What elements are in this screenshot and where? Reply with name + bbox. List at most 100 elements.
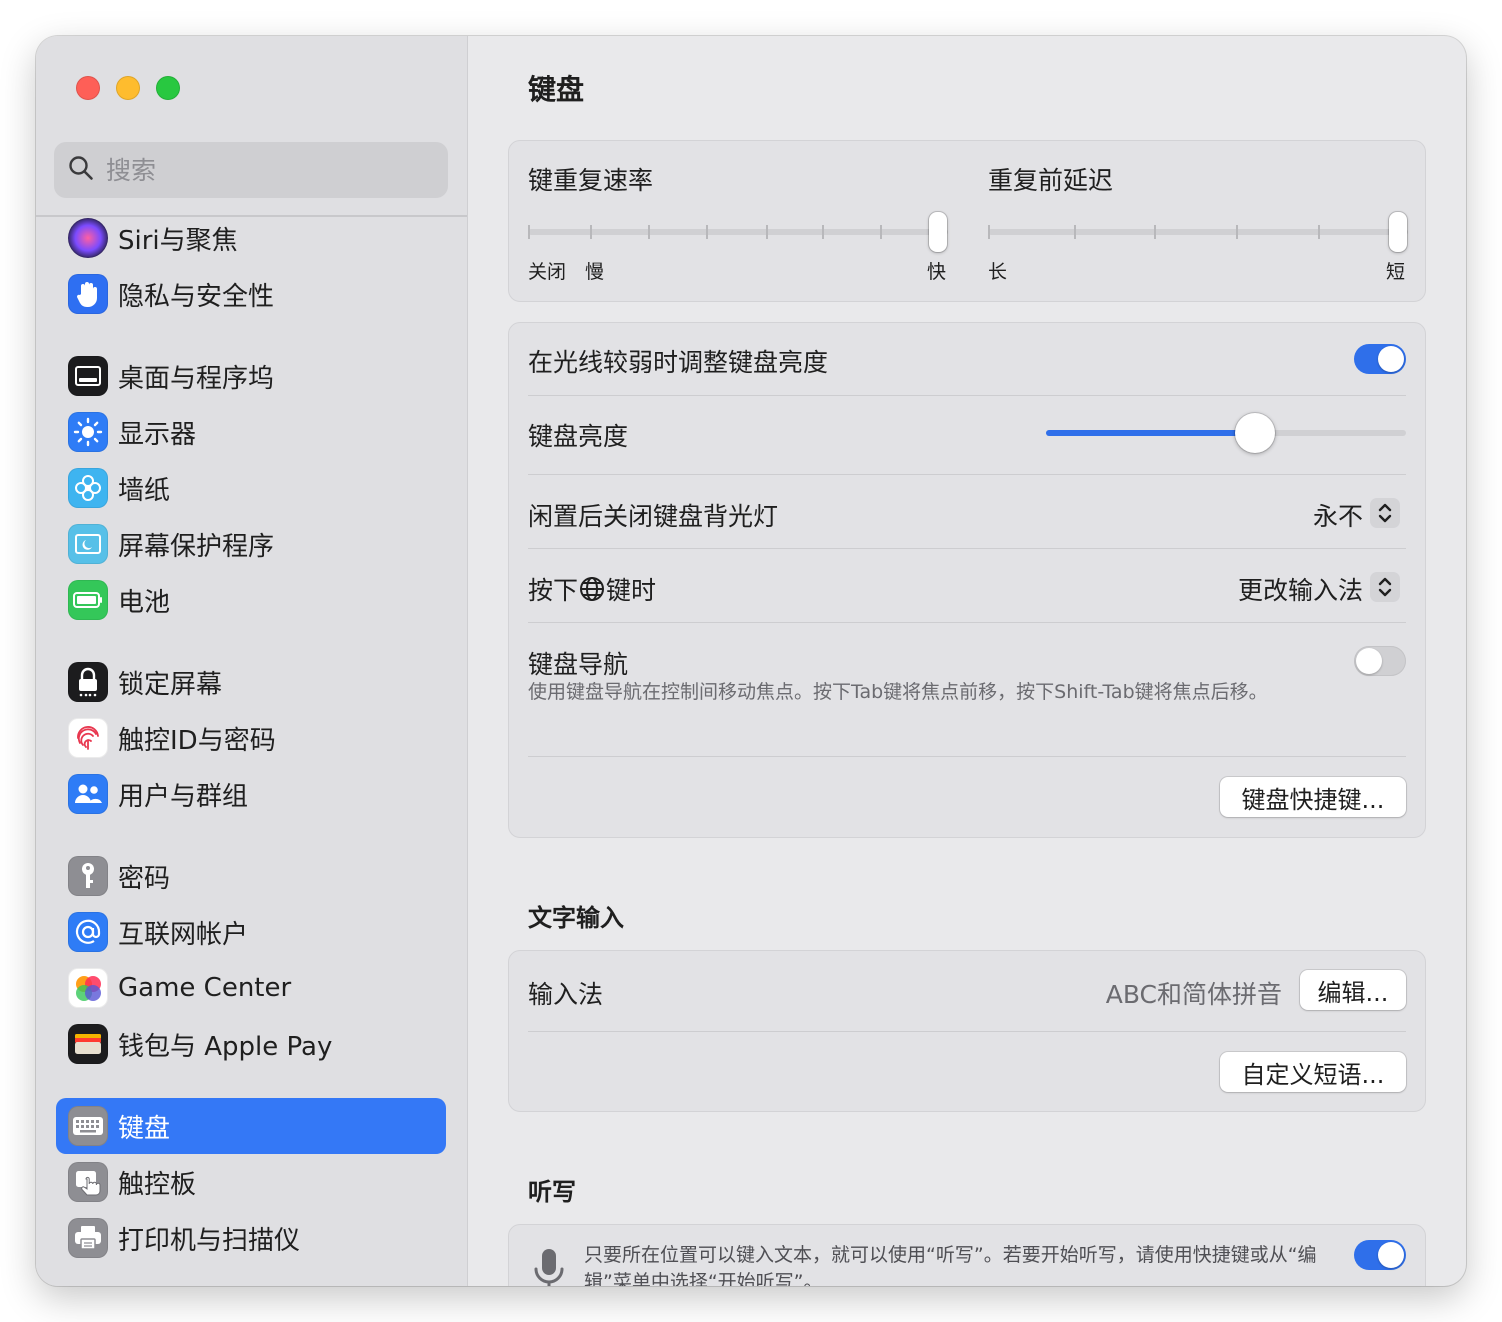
auto-brightness-toggle[interactable] xyxy=(1354,344,1406,374)
sidebar-item-label: 显示器 xyxy=(118,419,197,450)
divider xyxy=(528,474,1406,475)
sidebar-item-label: Game Center xyxy=(118,973,292,1003)
key-repeat-rate-label: 键重复速率 xyxy=(528,166,654,195)
divider xyxy=(528,756,1406,757)
microphone-icon xyxy=(531,1247,567,1286)
hand-icon xyxy=(68,274,108,314)
sidebar-item-label: 键盘 xyxy=(118,1113,171,1144)
chevron-up-down-icon[interactable] xyxy=(1370,572,1400,602)
repeat-delay-slider[interactable] xyxy=(988,211,1408,257)
rate-tick-slow: 慢 xyxy=(585,261,605,283)
search-input[interactable] xyxy=(106,155,406,185)
globe-key-label-suffix: 键时 xyxy=(606,576,657,605)
sidebar-item-label: 互联网帐户 xyxy=(118,919,249,950)
sidebar-item-desktop-dock[interactable]: 桌面与程序坞 xyxy=(56,348,446,404)
text-replacements-button[interactable]: 自定义短语... xyxy=(1220,1052,1406,1092)
key-repeat-rate-slider[interactable] xyxy=(528,211,948,257)
flower-icon xyxy=(68,468,108,508)
sidebar-item-touch-id[interactable]: 触控ID与密码 xyxy=(56,710,446,766)
sidebar-item-lock-screen[interactable]: 锁定屏幕 xyxy=(56,654,446,710)
sidebar-item-passwords[interactable]: 密码 xyxy=(56,848,446,904)
delay-tick-short: 短 xyxy=(1386,261,1406,283)
dictation-group: 只要所在位置可以键入文本，就可以使用“听写”。若要开始听写，请使用快捷键或从“编… xyxy=(508,1224,1426,1286)
repeat-delay-label: 重复前延迟 xyxy=(988,166,1114,195)
text-input-section-title: 文字输入 xyxy=(528,904,624,932)
sidebar-item-label: Siri与聚焦 xyxy=(118,225,238,256)
divider xyxy=(528,548,1406,549)
sidebar-item-label: 触控板 xyxy=(118,1169,197,1200)
keyboard-navigation-toggle[interactable] xyxy=(1354,646,1406,676)
trackpad-icon xyxy=(68,1162,108,1202)
sidebar: Siri与聚焦 隐私与安全性 桌面与程序坞 显示器 xyxy=(36,36,468,1286)
sidebar-item-internet-accounts[interactable]: 互联网帐户 xyxy=(56,904,446,960)
sidebar-item-label: 触控ID与密码 xyxy=(118,725,276,756)
sidebar-item-trackpad[interactable]: 触控板 xyxy=(56,1154,446,1210)
sidebar-item-label: 隐私与安全性 xyxy=(118,281,275,312)
close-button[interactable] xyxy=(76,76,100,100)
sidebar-item-printers[interactable]: 打印机与扫描仪 xyxy=(56,1210,446,1266)
key-icon xyxy=(68,856,108,896)
backlight-off-value: 永不 xyxy=(1312,502,1363,531)
key-repeat-rate-thumb[interactable] xyxy=(929,212,947,252)
sidebar-item-label: 墙纸 xyxy=(118,475,171,506)
printer-icon xyxy=(68,1218,108,1258)
dictation-toggle[interactable] xyxy=(1354,1240,1406,1270)
chevron-up-down-icon[interactable] xyxy=(1370,498,1400,528)
siri-icon xyxy=(68,218,108,258)
sidebar-item-screensaver[interactable]: 屏幕保护程序 xyxy=(56,516,446,572)
keyboard-brightness-slider[interactable] xyxy=(1046,413,1406,453)
repeat-delay-thumb[interactable] xyxy=(1389,212,1407,252)
game-center-icon xyxy=(68,968,108,1008)
rate-tick-fast: 快 xyxy=(927,261,947,283)
sidebar-item-wallet[interactable]: 钱包与 Apple Pay xyxy=(56,1016,446,1072)
keyboard-icon xyxy=(68,1106,108,1146)
sun-icon xyxy=(68,412,108,452)
auto-brightness-label: 在光线较弱时调整键盘亮度 xyxy=(528,348,829,377)
globe-key-label: 按下 键时 xyxy=(528,571,656,607)
delay-tick-long: 长 xyxy=(988,261,1008,283)
globe-key-label-prefix: 按下 xyxy=(528,576,579,605)
sidebar-item-game-center[interactable]: Game Center xyxy=(56,960,446,1016)
search-field[interactable] xyxy=(54,142,448,198)
sidebar-item-users[interactable]: 用户与群组 xyxy=(56,766,446,822)
sidebar-item-battery[interactable]: 电池 xyxy=(56,572,446,628)
keyboard-brightness-label: 键盘亮度 xyxy=(528,422,629,451)
sidebar-item-siri[interactable]: Siri与聚焦 xyxy=(56,210,446,266)
keyboard-brightness-thumb[interactable] xyxy=(1234,413,1275,453)
sidebar-item-label: 屏幕保护程序 xyxy=(118,531,275,562)
screensaver-icon xyxy=(68,524,108,564)
wallet-icon xyxy=(68,1024,108,1064)
keyboard-navigation-label: 键盘导航 xyxy=(528,650,629,679)
at-icon xyxy=(68,912,108,952)
sidebar-item-label: 锁定屏幕 xyxy=(118,669,223,700)
sidebar-item-label: 打印机与扫描仪 xyxy=(118,1225,301,1256)
text-input-group: 输入法 ABC和简体拼音 编辑... 自定义短语... xyxy=(508,950,1426,1112)
page-title: 键盘 xyxy=(528,73,585,106)
sidebar-item-label: 钱包与 Apple Pay xyxy=(118,1031,333,1062)
search-icon xyxy=(68,155,94,185)
globe-key-value: 更改输入法 xyxy=(1237,576,1363,605)
battery-icon xyxy=(68,580,108,620)
sidebar-item-label: 用户与群组 xyxy=(118,781,249,812)
divider xyxy=(528,395,1406,396)
sidebar-item-displays[interactable]: 显示器 xyxy=(56,404,446,460)
keyboard-navigation-description: 使用键盘导航在控制间移动焦点。按下Tab键将焦点前移，按下Shift-Tab键将… xyxy=(528,681,1268,703)
edit-input-sources-button[interactable]: 编辑... xyxy=(1300,970,1406,1010)
rate-tick-off: 关闭 xyxy=(528,261,567,283)
sidebar-item-privacy[interactable]: 隐私与安全性 xyxy=(56,266,446,322)
key-repeat-group: 键重复速率 重复前延迟 关闭 慢 快 长 短 xyxy=(508,140,1426,302)
fingerprint-icon xyxy=(68,718,108,758)
globe-icon xyxy=(579,576,605,602)
divider xyxy=(528,622,1406,623)
sidebar-item-keyboard[interactable]: 键盘 xyxy=(56,1098,446,1154)
settings-window: Siri与聚焦 隐私与安全性 桌面与程序坞 显示器 xyxy=(36,36,1466,1286)
sidebar-item-wallpaper[interactable]: 墙纸 xyxy=(56,460,446,516)
dictation-section-title: 听写 xyxy=(528,1178,576,1206)
maximize-button[interactable] xyxy=(156,76,180,100)
sidebar-item-label: 桌面与程序坞 xyxy=(118,363,275,394)
dock-icon xyxy=(68,356,108,396)
minimize-button[interactable] xyxy=(116,76,140,100)
sidebar-item-label: 密码 xyxy=(118,863,171,894)
keyboard-shortcuts-button[interactable]: 键盘快捷键... xyxy=(1220,777,1406,817)
dictation-description: 只要所在位置可以键入文本，就可以使用“听写”。若要开始听写，请使用快捷键或从“编… xyxy=(584,1244,1317,1286)
